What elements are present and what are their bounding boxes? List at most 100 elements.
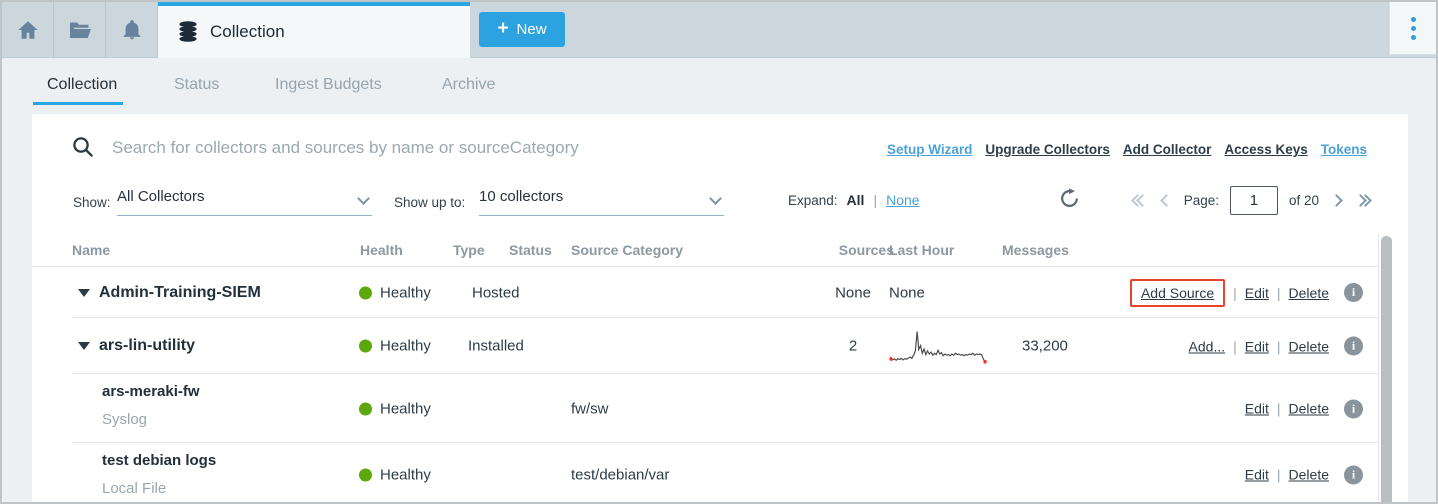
healthy-status-icon (359, 468, 372, 481)
separator: | (873, 192, 877, 208)
plus-icon: + (497, 19, 508, 38)
delete-link[interactable]: Delete (1289, 338, 1329, 354)
collector-row: Admin-Training-SIEM Healthy Hosted None … (32, 267, 1378, 318)
search-icon (72, 136, 94, 158)
collection-panel: Setup Wizard Upgrade Collectors Add Coll… (32, 114, 1408, 504)
pagination: Page: of 20 (1131, 186, 1372, 215)
col-type: Type (453, 242, 485, 258)
source-row: test debian logs Local File Healthy test… (32, 443, 1378, 504)
healthy-status-icon (359, 402, 372, 415)
show-label: Show: (73, 195, 111, 210)
expand-all-option[interactable]: All (847, 192, 865, 208)
new-button[interactable]: + New (479, 12, 565, 47)
health-cell: Healthy (359, 466, 431, 483)
source-type: Syslog (102, 411, 200, 428)
show-up-to-dropdown[interactable]: 10 collectors (479, 188, 724, 216)
prev-page-button[interactable] (1160, 194, 1173, 207)
page-label: Page: (1184, 193, 1219, 208)
row-actions: Edit | Delete (1245, 465, 1363, 484)
health-label: Healthy (380, 284, 431, 301)
chevron-down-icon (357, 192, 370, 205)
tab-archive[interactable]: Archive (442, 76, 495, 94)
first-page-button[interactable] (1131, 194, 1149, 207)
collection-window-tab[interactable]: Collection (158, 2, 470, 58)
row-actions: Add... | Edit | Delete (1189, 337, 1363, 356)
edit-link[interactable]: Edit (1245, 467, 1269, 483)
health-cell: Healthy (359, 400, 431, 417)
col-name: Name (72, 242, 110, 258)
expand-label: Expand: (788, 193, 838, 208)
row-actions: Edit | Delete (1245, 399, 1363, 418)
kebab-menu-icon[interactable] (1407, 13, 1420, 44)
tab-ingest-budgets[interactable]: Ingest Budgets (275, 76, 382, 94)
add-source-highlight-box: Add Source (1130, 279, 1225, 307)
lasthour-sparkline (889, 326, 987, 366)
window-tab-label: Collection (210, 22, 285, 42)
show-dropdown[interactable]: All Collectors (117, 188, 372, 216)
source-name: test debian logs (102, 452, 216, 469)
bell-icon (121, 19, 143, 41)
link-setup-wizard[interactable]: Setup Wizard (887, 142, 972, 157)
refresh-icon[interactable] (1059, 188, 1080, 209)
notifications-button[interactable] (106, 2, 158, 58)
home-icon (17, 19, 39, 41)
add-source-link[interactable]: Add... (1189, 338, 1226, 354)
edit-link[interactable]: Edit (1245, 285, 1269, 301)
source-name-block: test debian logs Local File (102, 452, 216, 497)
delete-link[interactable]: Delete (1289, 285, 1329, 301)
link-access-keys[interactable]: Access Keys (1224, 142, 1307, 157)
source-name: ars-meraki-fw (102, 383, 200, 400)
home-button[interactable] (2, 2, 54, 58)
source-type: Local File (102, 480, 216, 497)
search-input[interactable] (112, 134, 912, 162)
collector-type: Hosted (472, 284, 520, 301)
separator: | (1233, 285, 1237, 301)
source-name-block: ars-meraki-fw Syslog (102, 383, 200, 428)
collector-row: ars-lin-utility Healthy Installed 2 33,2… (32, 318, 1378, 374)
link-add-collector[interactable]: Add Collector (1123, 142, 1212, 157)
link-upgrade-collectors[interactable]: Upgrade Collectors (985, 142, 1110, 157)
health-label: Healthy (380, 466, 431, 483)
info-icon[interactable] (1344, 337, 1363, 356)
last-page-button[interactable] (1354, 194, 1372, 207)
folder-icon (68, 18, 92, 42)
vertical-scrollbar-thumb[interactable] (1381, 236, 1392, 504)
app-window: Collection + New Collection Status Inges… (0, 0, 1438, 504)
delete-link[interactable]: Delete (1289, 401, 1329, 417)
next-page-button[interactable] (1330, 194, 1343, 207)
add-source-link[interactable]: Add Source (1141, 285, 1214, 301)
separator: | (1233, 338, 1237, 354)
col-health: Health (360, 242, 403, 258)
collapse-caret-icon[interactable] (78, 342, 90, 350)
edit-link[interactable]: Edit (1245, 401, 1269, 417)
expand-none-option[interactable]: None (886, 192, 919, 208)
last-hour-value: None (889, 284, 925, 301)
info-icon[interactable] (1344, 465, 1363, 484)
link-tokens[interactable]: Tokens (1321, 142, 1367, 157)
separator: | (1277, 467, 1281, 483)
show-up-to-label: Show up to: (394, 195, 465, 210)
collector-name: Admin-Training-SIEM (99, 284, 261, 302)
health-cell: Healthy (359, 284, 431, 301)
quick-links: Setup Wizard Upgrade Collectors Add Coll… (887, 142, 1367, 157)
tab-status[interactable]: Status (174, 76, 219, 94)
delete-link[interactable]: Delete (1289, 467, 1329, 483)
collapse-caret-icon[interactable] (78, 289, 90, 297)
health-cell: Healthy (359, 338, 431, 355)
page-input[interactable] (1230, 186, 1278, 215)
collector-type: Installed (468, 338, 524, 355)
edit-link[interactable]: Edit (1245, 338, 1269, 354)
info-icon[interactable] (1344, 283, 1363, 302)
table-header-row: Name Health Type Status Source Category … (32, 234, 1378, 267)
chevron-down-icon (709, 192, 722, 205)
tab-collection[interactable]: Collection (47, 76, 117, 94)
collectors-table: Name Health Type Status Source Category … (32, 234, 1379, 504)
source-category: fw/sw (571, 400, 609, 417)
library-button[interactable] (54, 2, 106, 58)
show-up-to-dropdown-value: 10 collectors (479, 188, 563, 205)
row-actions: Add Source | Edit | Delete (1130, 279, 1363, 307)
collector-name: ars-lin-utility (99, 337, 195, 355)
info-icon[interactable] (1344, 399, 1363, 418)
page-total: of 20 (1289, 193, 1319, 208)
healthy-status-icon (359, 286, 372, 299)
